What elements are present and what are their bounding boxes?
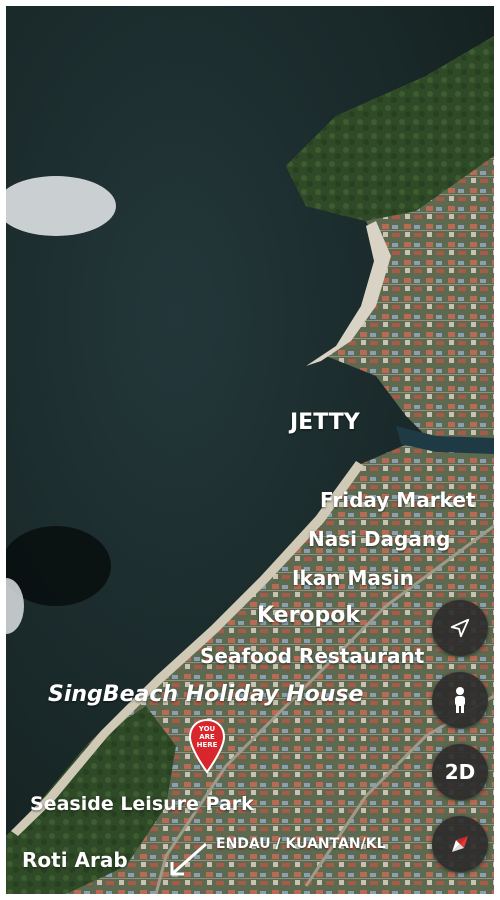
compass-icon	[452, 836, 468, 852]
marker-text: YOU ARE HERE	[188, 725, 226, 749]
label-seafood-restaurant: Seafood Restaurant	[200, 644, 425, 668]
marker-line-1: YOU	[198, 725, 216, 733]
satellite-map[interactable]	[6, 6, 494, 894]
marker-line-3: HERE	[196, 741, 218, 749]
navigation-arrow-icon	[450, 618, 470, 638]
view-mode-label: 2D	[444, 760, 476, 784]
marker-line-2: ARE	[199, 733, 215, 741]
label-friday-market: Friday Market	[320, 488, 476, 512]
navigate-button[interactable]	[432, 600, 488, 656]
label-nasi-dagang: Nasi Dagang	[308, 527, 451, 551]
label-jetty: JETTY	[290, 410, 360, 435]
label-endau-direction: ENDAU / KUANTAN/KL	[216, 836, 386, 852]
street-view-button[interactable]	[432, 672, 488, 728]
compass-button[interactable]	[432, 816, 488, 872]
map-frame: JETTY Friday Market Nasi Dagang Ikan Mas…	[6, 6, 494, 894]
label-roti-arab: Roti Arab	[22, 848, 128, 872]
label-keropok: Keropok	[257, 603, 361, 628]
you-are-here-marker[interactable]: YOU ARE HERE	[188, 718, 226, 776]
view-mode-2d-button[interactable]: 2D	[432, 744, 488, 800]
label-seaside-leisure-park: Seaside Leisure Park	[30, 793, 254, 815]
label-ikan-masin: Ikan Masin	[292, 566, 414, 590]
person-icon	[455, 687, 465, 713]
direction-arrow-icon	[170, 842, 207, 876]
label-singbeach-holiday-house: SingBeach Holiday House	[48, 682, 364, 707]
